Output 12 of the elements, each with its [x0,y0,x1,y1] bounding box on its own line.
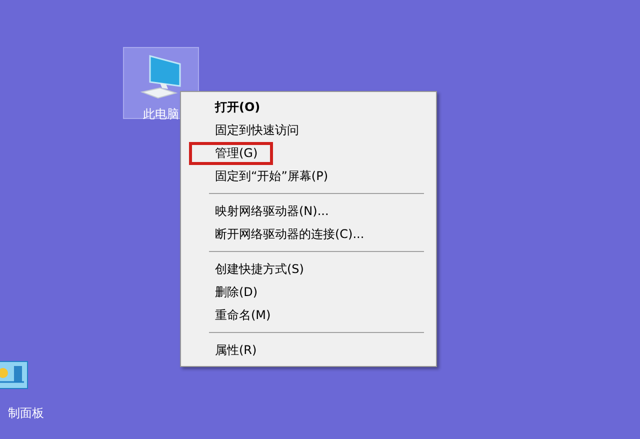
menu-item[interactable]: 删除(D) [183,281,266,304]
menu-item[interactable]: 固定到快速访问 [183,119,307,142]
menu-item[interactable]: 创建快捷方式(S) [183,258,312,281]
desktop-icon[interactable]: 制面板 [0,357,52,423]
control-panel-icon [0,360,28,390]
menu-item[interactable]: 断开网络驱动器的连接(C)... [183,223,372,246]
menu-item[interactable]: 重命名(M) [183,304,279,327]
icon-label: 制面板 [8,405,44,422]
menu-item[interactable]: 管理(G) [189,142,273,165]
menu-item[interactable]: 属性(R) [183,339,265,362]
menu-item[interactable]: 固定到“开始”屏幕(P) [183,165,336,188]
menu-item[interactable]: 映射网络驱动器(N)... [183,200,337,223]
